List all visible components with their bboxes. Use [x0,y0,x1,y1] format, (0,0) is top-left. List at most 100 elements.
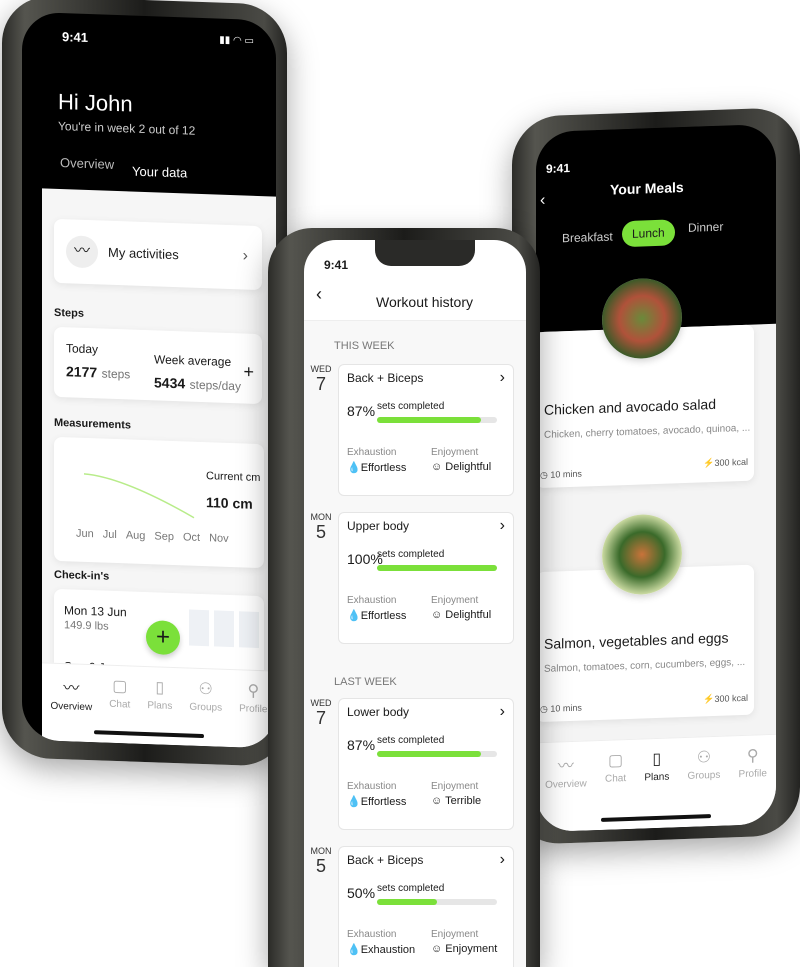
meal-kcal: 300 kcal [714,456,748,468]
emoji-icon: ☺ [431,943,443,955]
droplet-icon: 💧 [347,462,361,474]
workout-date: MON 5 [310,512,332,542]
sets-progress-bar [377,899,497,905]
sets-progress-bar [377,751,497,757]
enjoyment-label: Enjoyment [431,929,479,940]
add-checkin-button[interactable]: + [146,620,180,656]
enjoyment-label: Enjoyment [431,781,479,792]
chevron-right-icon: › [499,369,505,386]
droplet-icon: 💧 [347,944,361,956]
meal-name: Salmon, vegetables and eggs [544,629,729,652]
exhaustion-value: Effortless [360,796,407,808]
tab-lunch[interactable]: Lunch [622,219,675,248]
meal-name: Chicken and avocado salad [544,395,717,418]
chevron-right-icon: › [499,517,505,534]
nav-overview[interactable]: 〰 Overview [545,751,587,831]
photo-placeholder [239,611,259,648]
meal-time: 10 mins [550,702,582,714]
meal-time: 10 mins [550,468,582,480]
phone-meals: 9:41 ‹ Your Meals Breakfast Lunch Dinner… [512,106,800,846]
month-label: Sep [154,530,174,544]
workout-percent: 87% [347,403,376,419]
steps-card: Today 2177 steps Week average 5434 steps… [54,326,262,405]
workout-card[interactable]: Upper body › 100% sets completed Exhaust… [338,512,514,644]
back-button[interactable]: ‹ [540,192,545,210]
page-title: Workout history [376,294,473,310]
chevron-right-icon: › [499,703,505,720]
nav-profile[interactable]: ⚲ Profile [739,745,767,825]
enjoyment-value: Terrible [445,795,482,807]
today-steps: 2177 [66,363,98,381]
current-value: 110 cm [206,494,253,512]
status-time: 9:41 [62,29,89,46]
workout-name: Back + Biceps [347,371,424,385]
exhaustion-value: Effortless [360,462,407,474]
nav-overview[interactable]: 〰 Overview [51,674,93,742]
phone-workout-history: 9:41 ‹ Workout history THIS WEEK LAST WE… [268,228,540,967]
measurement-line [83,473,195,519]
exhaustion-value: Exhaustion [360,944,416,956]
steps-title: Steps [54,306,84,320]
sets-label: sets completed [377,401,445,412]
exhaustion-label: Exhaustion [347,595,397,606]
workout-percent: 50% [347,885,376,901]
today-unit: steps [101,366,131,382]
page-title: Your Meals [610,179,684,198]
droplet-icon: 💧 [347,796,361,808]
sets-progress-bar [377,417,497,423]
exhaustion-label: Exhaustion [347,929,397,940]
sets-label: sets completed [377,883,445,894]
workout-date: WED 7 [310,364,332,394]
month-label: Nov [209,532,229,545]
checkin-weight: 149.9 lbs [64,619,109,633]
sets-label: sets completed [377,735,445,746]
tab-breakfast[interactable]: Breakfast [562,230,613,246]
month-label: Jul [102,528,117,542]
exhaustion-value: Effortless [360,610,407,622]
chevron-right-icon: › [242,247,248,265]
lightning-icon: ⚡ [703,457,715,469]
meal-ingredients: Salmon, tomatoes, corn, cucumbers, eggs,… [544,656,746,675]
workout-card[interactable]: Back + Biceps › 87% sets completed Exhau… [338,364,514,496]
tab-overview[interactable]: Overview [60,155,114,172]
month-label: Jun [76,527,94,541]
sets-progress-bar [377,565,497,571]
photo-placeholder [214,610,234,648]
workout-card[interactable]: Lower body › 87% sets completed Exhausti… [338,698,514,830]
greeting: Hi John [58,88,133,117]
my-activities-button[interactable]: 〰 My activities › [54,218,262,291]
back-button[interactable]: ‹ [316,284,322,305]
workout-name: Lower body [347,705,410,719]
today-label: Today [66,341,99,357]
measurements-card: Current cm 110 cm Jun Jul Aug Sep Oct Nov [54,436,264,569]
week-progress-text: You're in week 2 out of 12 [58,118,196,138]
exhaustion-label: Exhaustion [347,781,397,792]
month-label: Aug [125,529,146,543]
enjoyment-value: Enjoyment [445,943,498,955]
enjoyment-label: Enjoyment [431,595,479,606]
week-average-steps: 5434 [154,374,186,392]
workout-card[interactable]: Back + Biceps › 50% sets completed Exhau… [338,846,514,967]
checkin-date: Mon 13 Jun [64,603,127,620]
week-average-label: Week average [154,352,232,370]
status-icons: ▮▮ ◠ ▭ [219,34,254,47]
enjoyment-value: Delightful [445,461,492,473]
droplet-icon: 💧 [347,610,361,622]
emoji-icon: ☺ [431,461,443,473]
status-time: 9:41 [546,161,571,176]
checkins-title: Check-in's [54,568,110,583]
exhaustion-label: Exhaustion [347,447,397,458]
section-last-week: LAST WEEK [334,676,397,688]
chevron-right-icon: › [499,851,505,868]
add-steps-button[interactable]: + [243,361,254,382]
tab-your-data[interactable]: Your data [132,164,187,181]
week-unit: steps/day [189,377,241,394]
meal-kcal: 300 kcal [714,692,748,704]
enjoyment-label: Enjoyment [431,447,479,458]
nav-profile[interactable]: ⚲ Profile [239,680,267,748]
status-time: 9:41 [324,258,349,272]
workout-date: WED 7 [310,698,332,728]
tab-dinner[interactable]: Dinner [688,220,723,235]
workout-name: Upper body [347,519,410,533]
enjoyment-value: Delightful [445,609,492,621]
